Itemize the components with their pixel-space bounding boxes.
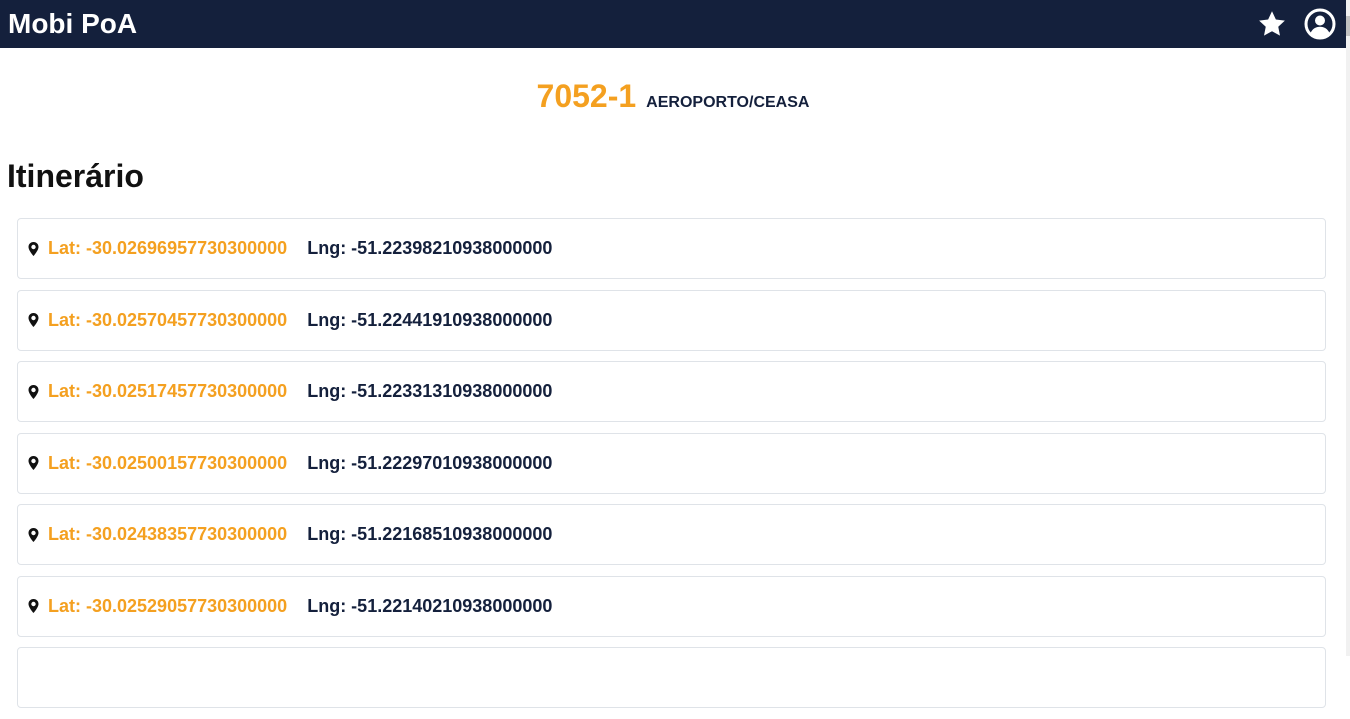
latitude-value: Lat: -30.02438357730300000: [48, 524, 288, 544]
route-code: 7052-1: [536, 78, 637, 114]
longitude-value: Lng: -51.22168510938000000: [307, 524, 553, 544]
map-pin-icon: [28, 384, 39, 399]
app-title[interactable]: Mobi PoA: [8, 8, 137, 40]
longitude-value: Lng: -51.22331310938000000: [307, 381, 553, 401]
star-icon[interactable]: [1256, 8, 1288, 40]
page-scrollbar[interactable]: [1346, 0, 1350, 656]
latitude-value: Lat: -30.02500157730300000: [48, 452, 288, 473]
longitude-value: Lng: -51.22441910938000000: [307, 309, 553, 330]
longitude-value: Lng: -51.22398210938000000: [307, 238, 553, 258]
map-pin-icon: [28, 456, 39, 470]
route-name: AEROPORTO/CEASA: [646, 94, 810, 111]
map-pin-icon: [28, 527, 39, 542]
itinerary-item[interactable]: Lat: -30.02500157730300000 Lng: -51.2229…: [17, 432, 1326, 494]
itinerary-item[interactable]: Lat: -30.02529057730300000 Lng: -51.2214…: [17, 575, 1326, 637]
latitude-value: Lat: -30.02696957730300000: [48, 238, 288, 258]
itinerary-title: Itinerário: [7, 158, 144, 194]
navbar-actions: [1240, 8, 1336, 40]
latitude-value: Lat: -30.02529057730300000: [48, 595, 288, 616]
route-header: 7052-1 AEROPORTO/CEASA: [0, 78, 1346, 115]
itinerary-item[interactable]: [17, 647, 1326, 708]
itinerary-item[interactable]: Lat: -30.02517457730300000 Lng: -51.2233…: [17, 361, 1326, 422]
map-pin-icon: [28, 599, 39, 613]
latitude-value: Lat: -30.02517457730300000: [48, 381, 288, 401]
map-pin-icon: [28, 241, 39, 256]
longitude-value: Lng: -51.22297010938000000: [307, 452, 553, 473]
itinerary-item[interactable]: Lat: -30.02438357730300000 Lng: -51.2216…: [17, 504, 1326, 565]
top-navbar: Mobi PoA: [0, 0, 1346, 48]
scrollbar-thumb[interactable]: [1346, 16, 1350, 36]
longitude-value: Lng: -51.22140210938000000: [307, 595, 553, 616]
latitude-value: Lat: -30.02570457730300000: [48, 309, 288, 330]
user-circle-icon[interactable]: [1304, 8, 1336, 40]
map-pin-icon: [28, 313, 39, 327]
itinerary-list: Lat: -30.02696957730300000 Lng: -51.2239…: [17, 218, 1326, 719]
itinerary-item[interactable]: Lat: -30.02570457730300000 Lng: -51.2244…: [17, 289, 1326, 351]
itinerary-item[interactable]: Lat: -30.02696957730300000 Lng: -51.2239…: [17, 218, 1326, 279]
